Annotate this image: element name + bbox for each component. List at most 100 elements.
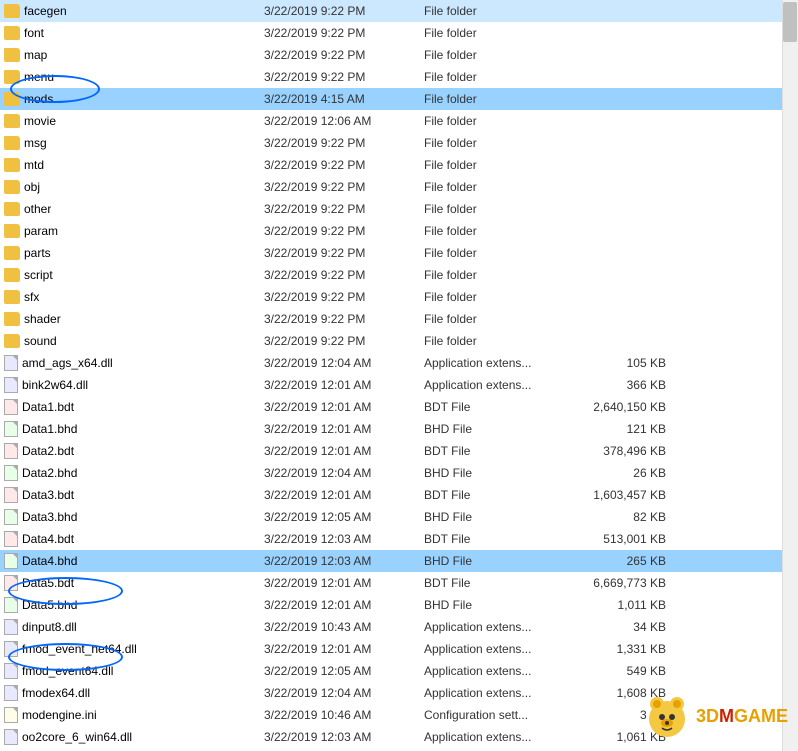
col-type: Application extens... [424, 664, 584, 678]
folder-icon [4, 48, 20, 62]
col-type: File folder [424, 224, 584, 238]
table-row[interactable]: Data1.bdt 3/22/2019 12:01 AM BDT File 2,… [0, 396, 798, 418]
col-date: 3/22/2019 10:46 AM [264, 708, 424, 722]
file-list: facegen 3/22/2019 9:22 PM File folder fo… [0, 0, 798, 751]
table-row[interactable]: mods 3/22/2019 4:15 AM File folder [0, 88, 798, 110]
file-icon [4, 575, 18, 591]
col-date: 3/22/2019 9:22 PM [264, 26, 424, 40]
table-row[interactable]: msg 3/22/2019 9:22 PM File folder [0, 132, 798, 154]
table-row[interactable]: other 3/22/2019 9:22 PM File folder [0, 198, 798, 220]
table-row[interactable]: map 3/22/2019 9:22 PM File folder [0, 44, 798, 66]
col-type: Application extens... [424, 730, 584, 744]
col-size: 34 KB [584, 620, 674, 634]
scrollbar-thumb[interactable] [783, 2, 797, 42]
folder-icon [4, 202, 20, 216]
table-row[interactable]: Data3.bdt 3/22/2019 12:01 AM BDT File 1,… [0, 484, 798, 506]
table-row[interactable]: Data5.bdt 3/22/2019 12:01 AM BDT File 6,… [0, 572, 798, 594]
table-row[interactable]: dinput8.dll 3/22/2019 10:43 AM Applicati… [0, 616, 798, 638]
col-type: BHD File [424, 554, 584, 568]
col-type: File folder [424, 334, 584, 348]
file-name-label: msg [24, 136, 47, 150]
col-name: Data2.bdt [4, 443, 264, 459]
table-row[interactable]: sfx 3/22/2019 9:22 PM File folder [0, 286, 798, 308]
col-size: 6,669,773 KB [584, 576, 674, 590]
col-size: 378,496 KB [584, 444, 674, 458]
col-date: 3/22/2019 12:03 AM [264, 730, 424, 744]
folder-icon [4, 224, 20, 238]
file-name-label: shader [24, 312, 61, 326]
col-date: 3/22/2019 9:22 PM [264, 4, 424, 18]
table-row[interactable]: parts 3/22/2019 9:22 PM File folder [0, 242, 798, 264]
col-date: 3/22/2019 4:15 AM [264, 92, 424, 106]
col-name: script [4, 268, 264, 282]
folder-icon [4, 92, 20, 106]
scrollbar[interactable] [782, 0, 798, 751]
file-name-label: movie [24, 114, 56, 128]
folder-icon [4, 158, 20, 172]
table-row[interactable]: menu 3/22/2019 9:22 PM File folder [0, 66, 798, 88]
file-name-label: fmod_event64.dll [22, 664, 113, 678]
col-date: 3/22/2019 9:22 PM [264, 246, 424, 260]
table-row[interactable]: obj 3/22/2019 9:22 PM File folder [0, 176, 798, 198]
file-icon [4, 355, 18, 371]
col-name: bink2w64.dll [4, 377, 264, 393]
col-name: Data1.bdt [4, 399, 264, 415]
col-name: fmod_event_net64.dll [4, 641, 264, 657]
col-name: mtd [4, 158, 264, 172]
table-row[interactable]: mtd 3/22/2019 9:22 PM File folder [0, 154, 798, 176]
col-type: BDT File [424, 576, 584, 590]
file-icon [4, 707, 18, 723]
table-row[interactable]: Data2.bdt 3/22/2019 12:01 AM BDT File 37… [0, 440, 798, 462]
folder-icon [4, 114, 20, 128]
col-type: BDT File [424, 532, 584, 546]
col-date: 3/22/2019 10:43 AM [264, 620, 424, 634]
col-type: BDT File [424, 400, 584, 414]
table-row[interactable]: shader 3/22/2019 9:22 PM File folder [0, 308, 798, 330]
col-size: 265 KB [584, 554, 674, 568]
table-row[interactable]: Data1.bhd 3/22/2019 12:01 AM BHD File 12… [0, 418, 798, 440]
file-name-label: Data5.bdt [22, 576, 74, 590]
table-row[interactable]: fmod_event_net64.dll 3/22/2019 12:01 AM … [0, 638, 798, 660]
table-row[interactable]: Data5.bhd 3/22/2019 12:01 AM BHD File 1,… [0, 594, 798, 616]
table-row[interactable]: param 3/22/2019 9:22 PM File folder [0, 220, 798, 242]
col-type: File folder [424, 246, 584, 260]
col-name: other [4, 202, 264, 216]
col-name: oo2core_6_win64.dll [4, 729, 264, 745]
col-date: 3/22/2019 9:22 PM [264, 312, 424, 326]
file-name-label: Data1.bdt [22, 400, 74, 414]
table-row[interactable]: Data4.bdt 3/22/2019 12:03 AM BDT File 51… [0, 528, 798, 550]
col-date: 3/22/2019 12:05 AM [264, 664, 424, 678]
table-row[interactable]: script 3/22/2019 9:22 PM File folder [0, 264, 798, 286]
col-date: 3/22/2019 9:22 PM [264, 290, 424, 304]
col-type: BHD File [424, 510, 584, 524]
table-row[interactable]: fmod_event64.dll 3/22/2019 12:05 AM Appl… [0, 660, 798, 682]
col-name: modengine.ini [4, 707, 264, 723]
table-row[interactable]: Data4.bhd 3/22/2019 12:03 AM BHD File 26… [0, 550, 798, 572]
col-type: BHD File [424, 466, 584, 480]
table-row[interactable]: Data2.bhd 3/22/2019 12:04 AM BHD File 26… [0, 462, 798, 484]
col-name: Data4.bhd [4, 553, 264, 569]
file-icon [4, 663, 18, 679]
table-row[interactable]: font 3/22/2019 9:22 PM File folder [0, 22, 798, 44]
file-name-label: Data2.bdt [22, 444, 74, 458]
file-name-label: Data3.bdt [22, 488, 74, 502]
col-name: facegen [4, 4, 264, 18]
table-row[interactable]: Data3.bhd 3/22/2019 12:05 AM BHD File 82… [0, 506, 798, 528]
table-row[interactable]: amd_ags_x64.dll 3/22/2019 12:04 AM Appli… [0, 352, 798, 374]
col-date: 3/22/2019 12:04 AM [264, 356, 424, 370]
table-row[interactable]: facegen 3/22/2019 9:22 PM File folder [0, 0, 798, 22]
col-name: Data3.bhd [4, 509, 264, 525]
col-name: fmod_event64.dll [4, 663, 264, 679]
file-icon [4, 487, 18, 503]
file-name-label: amd_ags_x64.dll [22, 356, 113, 370]
folder-icon [4, 290, 20, 304]
col-date: 3/22/2019 12:01 AM [264, 642, 424, 656]
table-row[interactable]: bink2w64.dll 3/22/2019 12:01 AM Applicat… [0, 374, 798, 396]
col-type: File folder [424, 290, 584, 304]
col-size: 1,603,457 KB [584, 488, 674, 502]
col-date: 3/22/2019 12:01 AM [264, 422, 424, 436]
col-type: Application extens... [424, 378, 584, 392]
table-row[interactable]: movie 3/22/2019 12:06 AM File folder [0, 110, 798, 132]
col-date: 3/22/2019 12:01 AM [264, 576, 424, 590]
table-row[interactable]: sound 3/22/2019 9:22 PM File folder [0, 330, 798, 352]
